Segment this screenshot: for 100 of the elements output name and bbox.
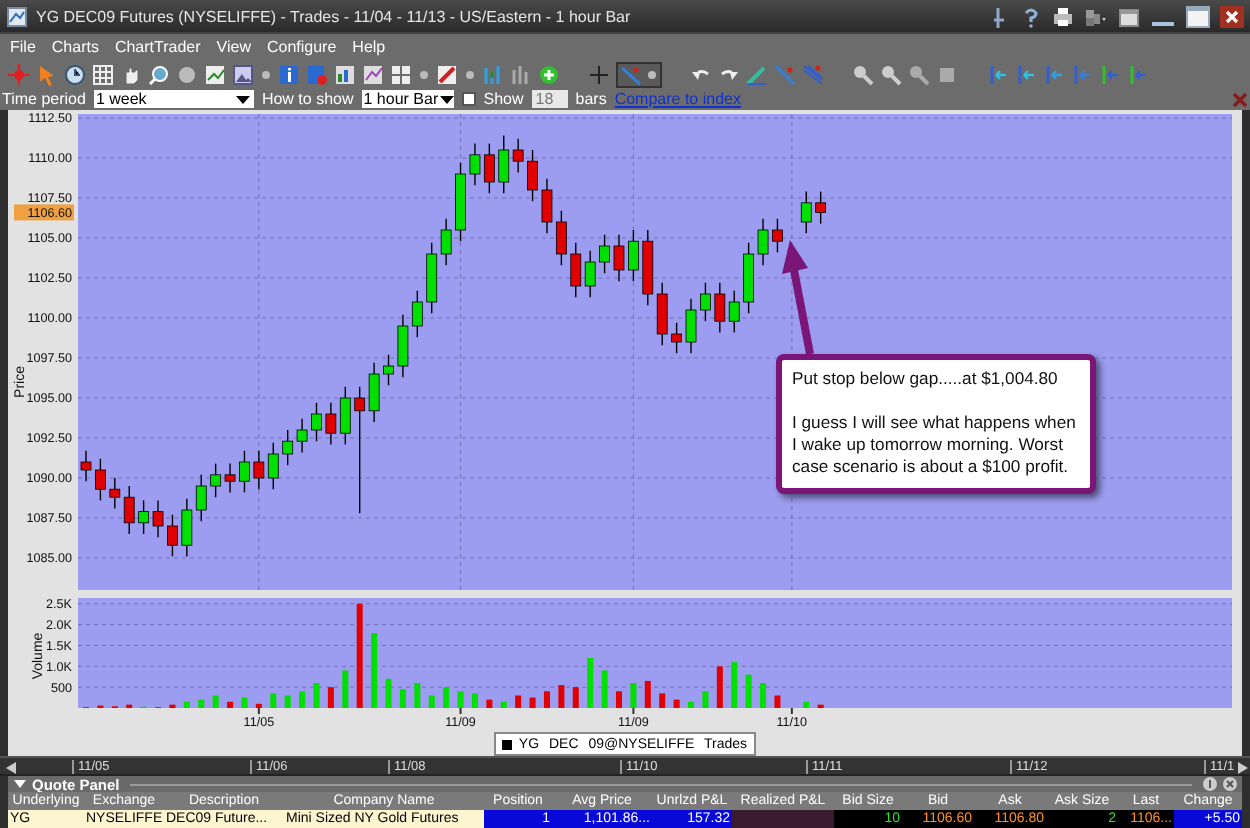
volume-bar: [803, 701, 810, 708]
grid-icon[interactable]: [92, 63, 114, 85]
scroll-arrow-icon[interactable]: [1098, 63, 1120, 85]
how-to-show-label: How to show: [261, 90, 354, 108]
volume-bar: [601, 670, 608, 708]
close-icon[interactable]: [1220, 5, 1244, 27]
volume-bar: [630, 683, 637, 708]
volume-bar: [659, 693, 666, 708]
candlestick: [138, 499, 149, 535]
volume-bar: [515, 695, 522, 708]
scroll-arrow-icon[interactable]: [1126, 63, 1148, 85]
time-period-label: Time period: [2, 90, 86, 108]
candlestick: [152, 499, 164, 538]
volume-bar: [673, 699, 680, 708]
volume-bar: [616, 691, 622, 708]
candlestick: [815, 190, 827, 225]
scroll-arrow-icon[interactable]: [1014, 63, 1036, 85]
volume-bar: [371, 633, 378, 708]
menu-item[interactable]: Charts: [51, 38, 99, 56]
volume-bar: [572, 687, 579, 708]
maximize-icon[interactable]: [1186, 5, 1210, 27]
volume-bar: [428, 695, 435, 708]
circle-icon[interactable]: [176, 63, 198, 85]
image-icon[interactable]: [232, 63, 254, 85]
hand-icon[interactable]: [120, 63, 142, 85]
time-period-dropdown[interactable]: 1 week: [93, 90, 254, 108]
volume-bar: [227, 701, 234, 708]
menu-item[interactable]: Configure: [266, 38, 337, 56]
printer-icon[interactable]: [1052, 5, 1074, 27]
volume-bar: [702, 691, 709, 708]
menu-item[interactable]: ChartTrader: [114, 38, 201, 56]
scroll-arrow-icon[interactable]: [986, 63, 1008, 85]
line-chart-icon[interactable]: [362, 63, 384, 85]
volume-bar: [284, 695, 291, 708]
chart-icon[interactable]: [204, 63, 226, 85]
pin-icon[interactable]: [988, 5, 1010, 27]
candlestick: [628, 229, 639, 282]
starburst-icon[interactable]: [8, 63, 30, 85]
help-icon[interactable]: [1020, 5, 1042, 27]
menu-item[interactable]: Help: [352, 38, 386, 56]
candlestick: [95, 458, 106, 502]
add-icon[interactable]: [538, 63, 560, 85]
line-tool-icon: [620, 63, 642, 85]
volume-bar: [558, 685, 565, 708]
volume-bar: [313, 683, 320, 708]
volume-bar: [356, 603, 363, 708]
candlestick: [383, 354, 394, 386]
candlestick: [455, 162, 466, 242]
scroll-right-icon[interactable]: [1236, 760, 1250, 776]
layout-icon[interactable]: [390, 63, 412, 85]
volume-bar: [529, 697, 536, 708]
volume-bar: [486, 699, 493, 708]
candlestick: [800, 190, 812, 234]
volume-bar: [471, 693, 478, 708]
candlestick: [527, 149, 538, 202]
drawing-tool-button[interactable]: [616, 61, 662, 87]
zoom-icon[interactable]: [880, 63, 902, 85]
square-icon[interactable]: [936, 63, 958, 85]
volume-bar: [500, 701, 507, 708]
window-icon[interactable]: [1118, 5, 1140, 27]
volume-bar: [716, 666, 723, 708]
magnifier-icon[interactable]: [148, 63, 170, 85]
crosshair-icon[interactable]: [588, 63, 610, 85]
candlestick: [772, 218, 783, 254]
volume-bar: [299, 691, 306, 708]
volume-bar: [688, 701, 694, 708]
annotation-text: I guess I will see what happens when I wake up tomorrow morning. Worst case scenario is about a $100 profit.: [792, 412, 1078, 478]
zoom-icon[interactable]: [852, 63, 874, 85]
volume-bar: [385, 678, 392, 708]
window-title: YG DEC09 Futures (NYSELIFFE) - Trades - 11/04 - 11/13 - US/Eastern - 1 hour Bar: [36, 7, 633, 25]
volume-bar: [443, 687, 450, 708]
pin-icon[interactable]: [1202, 776, 1218, 792]
volume-bar: [774, 695, 781, 708]
bar-chart-icon[interactable]: [334, 63, 356, 85]
bars-icon[interactable]: [510, 63, 532, 85]
volume-bar: [644, 680, 651, 708]
candlestick: [80, 450, 92, 482]
trend-tool-icon[interactable]: [746, 63, 768, 85]
volume-bar: [183, 701, 190, 708]
volume-bar: [760, 683, 767, 708]
annotation-text: Put stop below gap.....at $1,004.80: [792, 368, 1060, 390]
volume-bar: [198, 699, 205, 708]
volume-bar: [241, 697, 248, 708]
bars-label: bars: [575, 90, 607, 108]
clock-icon[interactable]: [64, 63, 86, 85]
candlestick: [599, 234, 610, 274]
candlestick: [311, 402, 322, 442]
app-icon: [6, 5, 28, 27]
volume-bar: [255, 703, 262, 708]
volume-bar: [342, 670, 349, 708]
pencil-icon[interactable]: [436, 63, 458, 85]
menu-item[interactable]: File: [10, 38, 36, 56]
zoom-icon[interactable]: [908, 63, 930, 85]
menu-item[interactable]: View: [216, 38, 251, 56]
close-icon[interactable]: [1222, 776, 1238, 792]
info-icon[interactable]: [278, 63, 300, 85]
how-to-show-dropdown[interactable]: 1 hour Bar: [361, 90, 454, 108]
volume-bar: [414, 683, 421, 708]
scroll-left-icon[interactable]: [4, 760, 18, 776]
layout-dropdown-icon[interactable]: [1084, 5, 1108, 27]
